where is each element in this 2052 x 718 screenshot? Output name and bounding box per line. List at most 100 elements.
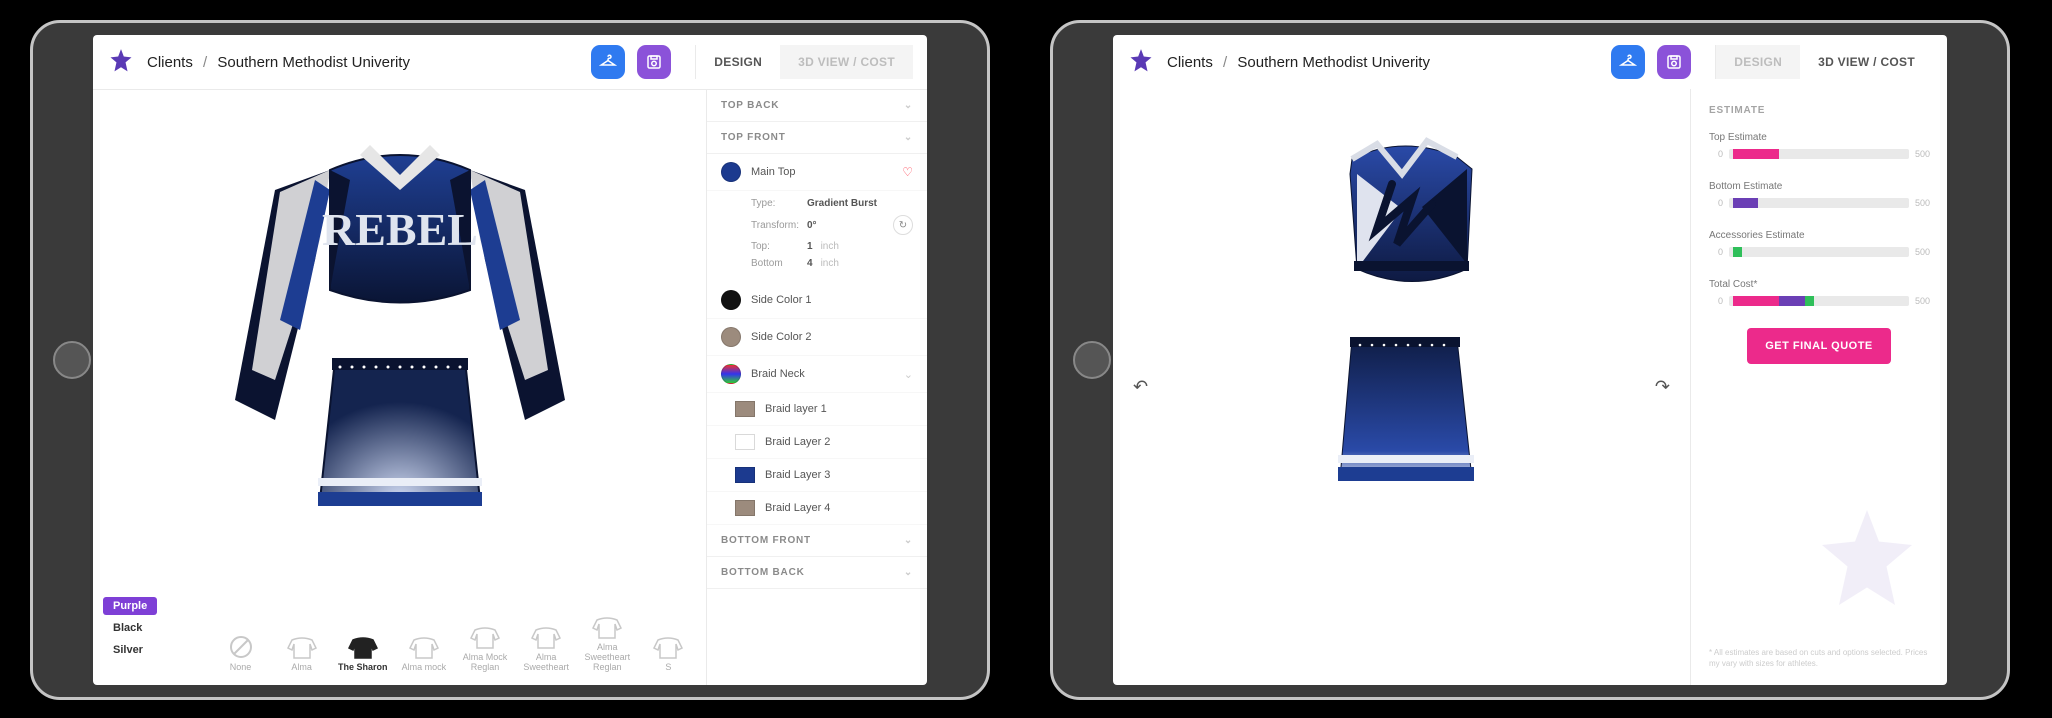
progress-bar: [1729, 296, 1909, 306]
layer-label: Braid Layer 2: [765, 436, 913, 448]
brand-watermark: [1807, 505, 1927, 625]
layer-main-top[interactable]: Main Top ♡: [707, 154, 927, 191]
thumb-label: None: [230, 663, 252, 673]
breadcrumb-current[interactable]: Southern Methodist Univerity: [1237, 54, 1430, 71]
breadcrumb-root[interactable]: Clients: [147, 54, 193, 71]
cost-panel: ESTIMATE Top Estimate 0 500 Bottom Estim…: [1690, 89, 1947, 685]
layer-side-2[interactable]: Side Color 2: [707, 319, 927, 356]
silhouette-thumb[interactable]: Alma: [274, 634, 329, 673]
layers-panel: TOP BACK⌄ TOP FRONT⌄ Main Top ♡ Type:Gra…: [706, 90, 927, 685]
section-label: TOP BACK: [721, 100, 779, 111]
chevron-down-icon: ⌄: [904, 567, 913, 578]
estimate-label: Accessories Estimate: [1709, 230, 1929, 241]
tablet-design: Clients / Southern Methodist Univerity D…: [30, 20, 990, 700]
view-tabs: DESIGN 3D VIEW / COST: [1715, 45, 1933, 79]
layer-braid-neck[interactable]: Braid Neck ⌄: [707, 356, 927, 393]
tablet-home-button[interactable]: [53, 341, 91, 379]
rotate-left-icon[interactable]: ↶: [1133, 377, 1148, 398]
garment-preview: REBEL: [220, 120, 580, 540]
view-tabs: DESIGN 3D VIEW / COST: [695, 45, 913, 79]
section-label: TOP FRONT: [721, 132, 786, 143]
color-chip-black[interactable]: Black: [103, 619, 157, 637]
estimate-top: Top Estimate 0 500: [1709, 132, 1929, 159]
thumb-label: Alma Mock Reglan: [458, 653, 513, 673]
layer-label: Braid Layer 4: [765, 502, 913, 514]
hanger-icon[interactable]: [591, 45, 625, 79]
section-bottom-back[interactable]: BOTTOM BACK ⌄: [707, 557, 927, 589]
color-chip-silver[interactable]: Silver: [103, 641, 157, 659]
layer-label: Braid Layer 3: [765, 469, 913, 481]
svg-text:REBEL: REBEL: [322, 204, 478, 255]
tablet-cost: Clients / Southern Methodist Univerity D…: [1050, 20, 2010, 700]
save-icon[interactable]: [1657, 45, 1691, 79]
design-canvas[interactable]: REBEL Purple Black Silver: [93, 90, 706, 685]
chevron-down-icon: ⌄: [904, 368, 913, 381]
disclaimer-text: * All estimates are based on cuts and op…: [1709, 648, 1929, 669]
rotate-icon[interactable]: ↻: [893, 215, 913, 235]
brand-logo: [1127, 48, 1155, 76]
progress-bar: [1729, 198, 1909, 208]
tab-design[interactable]: DESIGN: [696, 45, 780, 79]
color-chip-purple[interactable]: Purple: [103, 597, 157, 615]
chevron-down-icon: ⌄: [904, 535, 913, 546]
color-rail: Purple Black Silver: [103, 597, 157, 659]
save-icon[interactable]: [637, 45, 671, 79]
3d-canvas[interactable]: ↶ ↷: [1113, 89, 1690, 685]
estimate-label: Bottom Estimate: [1709, 181, 1929, 192]
layer-label: Side Color 2: [751, 331, 913, 343]
silhouette-thumb[interactable]: Alma Mock Reglan: [458, 624, 513, 673]
silhouette-thumb[interactable]: Alma mock: [396, 634, 451, 673]
section-top-front[interactable]: TOP FRONT ⌄: [707, 122, 927, 154]
estimate-label: Top Estimate: [1709, 132, 1929, 143]
breadcrumb[interactable]: Clients / Southern Methodist Univerity: [147, 54, 410, 71]
section-label: BOTTOM FRONT: [721, 535, 811, 546]
breadcrumb-current[interactable]: Southern Methodist Univerity: [217, 54, 410, 71]
silhouette-thumb[interactable]: Alma Sweetheart Reglan: [580, 614, 635, 673]
layer-side-1[interactable]: Side Color 1: [707, 282, 927, 319]
breadcrumb-sep: /: [1223, 54, 1227, 71]
section-label: BOTTOM BACK: [721, 567, 805, 578]
estimate-label: Total Cost*: [1709, 279, 1929, 290]
layer-label: Side Color 1: [751, 294, 913, 306]
estimate-accessories: Accessories Estimate 0 500: [1709, 230, 1929, 257]
main-top-details: Type:Gradient Burst Transform:0°↻ Top:1i…: [707, 191, 927, 282]
thumb-label: S: [665, 663, 671, 673]
silhouette-thumb[interactable]: Alma Sweetheart: [519, 624, 574, 673]
progress-bar: [1729, 247, 1909, 257]
get-final-quote-button[interactable]: GET FINAL QUOTE: [1747, 328, 1891, 364]
layer-label: Main Top: [751, 166, 892, 178]
thumb-label: Alma: [291, 663, 312, 673]
brand-logo: [107, 48, 135, 76]
layer-label: Braid layer 1: [765, 403, 913, 415]
layer-braid-2[interactable]: Braid Layer 2: [707, 426, 927, 459]
progress-bar: [1729, 149, 1909, 159]
layer-braid-1[interactable]: Braid layer 1: [707, 393, 927, 426]
section-bottom-front[interactable]: BOTTOM FRONT ⌄: [707, 525, 927, 557]
favorite-icon[interactable]: ♡: [902, 165, 913, 179]
thumb-label: Alma Sweetheart: [519, 653, 574, 673]
estimate-heading: ESTIMATE: [1709, 105, 1929, 116]
chevron-down-icon: ⌄: [904, 132, 913, 143]
breadcrumb[interactable]: Clients / Southern Methodist Univerity: [1167, 54, 1430, 71]
thumb-label: Alma mock: [402, 663, 447, 673]
estimate-bottom: Bottom Estimate 0 500: [1709, 181, 1929, 208]
section-top-back[interactable]: TOP BACK⌄: [707, 90, 927, 122]
silhouette-thumb[interactable]: The Sharon: [335, 634, 390, 673]
layer-braid-4[interactable]: Braid Layer 4: [707, 492, 927, 525]
breadcrumb-sep: /: [203, 54, 207, 71]
silhouette-thumb[interactable]: S: [641, 634, 696, 673]
thumb-label: Alma Sweetheart Reglan: [580, 643, 635, 673]
hanger-icon[interactable]: [1611, 45, 1645, 79]
thumb-label: The Sharon: [338, 663, 388, 673]
tab-3d-cost[interactable]: 3D VIEW / COST: [780, 45, 913, 79]
tab-design[interactable]: DESIGN: [1716, 45, 1800, 79]
silhouette-thumb[interactable]: None: [213, 634, 268, 673]
breadcrumb-root[interactable]: Clients: [1167, 54, 1213, 71]
3d-garment-preview: [1282, 129, 1522, 509]
tablet-home-button[interactable]: [1073, 341, 1111, 379]
tab-3d-cost[interactable]: 3D VIEW / COST: [1800, 45, 1933, 79]
silhouette-thumbs[interactable]: None Alma The Sharon Alma mock Alma Mock Reg…: [213, 614, 706, 673]
layer-braid-3[interactable]: Braid Layer 3: [707, 459, 927, 492]
layer-label: Braid Neck: [751, 368, 894, 380]
rotate-right-icon[interactable]: ↷: [1655, 377, 1670, 398]
